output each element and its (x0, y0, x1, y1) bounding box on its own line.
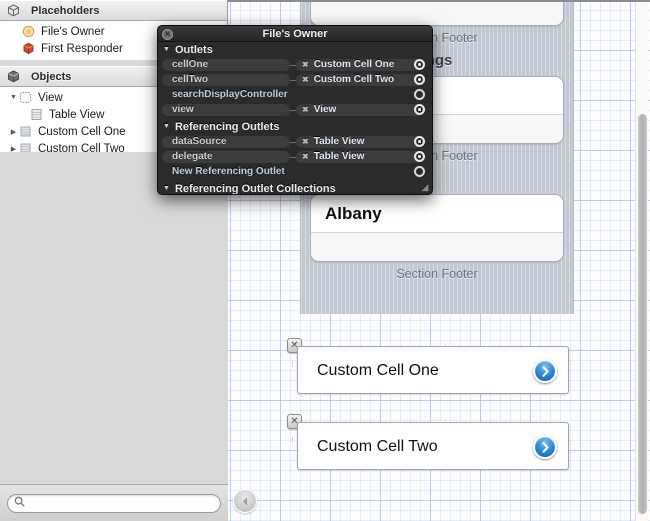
scrollbar-thumb[interactable] (638, 114, 647, 514)
objects-header-label: Objects (31, 70, 72, 83)
section-footer-label: Section Footer (396, 267, 478, 281)
custom-cell-label: Custom Cell One (317, 362, 439, 379)
outlet-target-label: View (313, 104, 337, 115)
canvas-top-border (228, 0, 650, 2)
popover-group-outlets[interactable]: ▼ Outlets (158, 42, 432, 57)
tree-item-label: View (38, 91, 63, 104)
canvas-vertical-scrollbar[interactable] (635, 2, 648, 521)
cube-icon (7, 70, 22, 83)
chevron-down-icon[interactable]: ▼ (163, 123, 170, 130)
close-icon[interactable]: ✕ (162, 29, 173, 40)
connection-well[interactable] (414, 89, 425, 100)
outlet-target[interactable]: ✖ Table View (296, 136, 422, 148)
outlet-target[interactable]: ✖ View (296, 104, 422, 116)
chevron-down-icon[interactable]: ▼ (8, 94, 19, 101)
outlet-target-label: Table View (313, 151, 365, 162)
custom-cell-one-editor[interactable]: · · · · · · ⋮ ✕ Custom Cell One (286, 338, 571, 403)
outlet-target-label: Custom Cell One (313, 59, 395, 70)
tree-item-label: Custom Cell One (38, 125, 126, 138)
disconnect-icon[interactable]: ✖ (302, 59, 309, 71)
back-arrow-icon[interactable] (233, 489, 257, 513)
xcode-interface-builder-window: Burlingame Section Footer Altamonte Spri… (0, 0, 650, 521)
list-item-label: First Responder (41, 42, 123, 55)
custom-cell-frame[interactable]: Custom Cell One (297, 346, 569, 394)
chevron-down-icon[interactable]: ▼ (163, 185, 170, 192)
outlet-target[interactable]: ✖ Table View (296, 151, 422, 163)
outlet-name: dataSource (162, 136, 290, 148)
table-view-icon (30, 108, 45, 121)
connection-well[interactable] (414, 136, 425, 147)
popover-group-label: Referencing Outlet Collections (174, 182, 336, 195)
popover-group-referencing-outlets[interactable]: ▼ Referencing Outlets (158, 119, 432, 134)
custom-cell-two-editor[interactable]: · · · · · · ⋮ ✕ Custom Cell Two (286, 414, 571, 479)
connection-well[interactable] (414, 166, 425, 177)
disconnect-icon[interactable]: ✖ (302, 136, 309, 148)
connection-row[interactable]: cellOne ✖ Custom Cell One (162, 58, 428, 72)
outlet-target-label: Table View (313, 136, 365, 147)
resize-grip-icon[interactable]: ◢ (419, 181, 431, 193)
popover-title: File's Owner (158, 26, 432, 42)
view-icon (19, 91, 34, 104)
search-input[interactable] (29, 497, 214, 509)
section-cell-group[interactable]: Albany (310, 194, 564, 262)
connection-well[interactable] (414, 74, 425, 85)
disconnect-icon[interactable]: ✖ (302, 151, 309, 163)
placeholders-header-label: Placeholders (31, 4, 100, 17)
custom-cell-label: Custom Cell Two (317, 438, 438, 455)
connection-row-new[interactable]: New Referencing Outlet (162, 165, 428, 179)
table-cell-icon (19, 125, 34, 138)
table-cell-row-blank[interactable] (311, 0, 563, 25)
navigator-empty-area (0, 152, 228, 484)
outlet-target[interactable]: ✖ Custom Cell Two (296, 74, 422, 86)
popover-group-label: Referencing Outlets (174, 120, 280, 133)
cube-icon (7, 4, 22, 17)
outlet-name: cellTwo (162, 74, 290, 86)
table-cell-row-blank[interactable] (311, 233, 563, 261)
connection-row[interactable]: searchDisplayController (162, 88, 428, 102)
outlet-name: delegate (162, 151, 290, 163)
outlet-name: cellOne (162, 59, 290, 71)
tree-item-label: Table View (49, 108, 105, 121)
connection-well[interactable] (414, 151, 425, 162)
connection-row[interactable]: cellTwo ✖ Custom Cell Two (162, 73, 428, 87)
connection-well[interactable] (414, 59, 425, 70)
connections-popover[interactable]: File's Owner ✕ ▼ Outlets cellOne ✖ Custo… (157, 25, 433, 195)
custom-cell-frame[interactable]: Custom Cell Two (297, 422, 569, 470)
disclosure-chevron-icon[interactable] (533, 435, 557, 459)
outlet-target[interactable]: ✖ Custom Cell One (296, 59, 422, 71)
search-field[interactable] (7, 493, 221, 513)
connection-row[interactable]: dataSource ✖ Table View (162, 135, 428, 149)
placeholders-header[interactable]: Placeholders (0, 0, 227, 21)
outlet-name: view (162, 104, 290, 116)
chevron-down-icon[interactable]: ▼ (163, 46, 170, 53)
files-owner-icon (22, 25, 37, 38)
disconnect-icon[interactable]: ✖ (302, 104, 309, 116)
popover-group-label: Outlets (174, 43, 213, 56)
first-responder-icon (22, 42, 37, 55)
table-cell-row[interactable]: Albany (311, 195, 563, 233)
new-referencing-outlet-label: New Referencing Outlet (172, 166, 285, 177)
connection-row[interactable]: delegate ✖ Table View (162, 150, 428, 164)
outlet-name: searchDisplayController (172, 89, 288, 100)
disconnect-icon[interactable]: ✖ (302, 74, 309, 86)
outlet-target-label: Custom Cell Two (313, 74, 395, 85)
connection-well[interactable] (414, 104, 425, 115)
connection-row[interactable]: view ✖ View (162, 103, 428, 117)
list-item-label: File's Owner (41, 25, 105, 38)
disclosure-chevron-icon[interactable] (533, 359, 557, 383)
navigator-bottom-bar (0, 484, 228, 521)
search-icon (14, 494, 25, 512)
chevron-right-icon[interactable]: ▶ (8, 128, 19, 136)
popover-group-referencing-outlet-collections[interactable]: ▼ Referencing Outlet Collections (158, 181, 432, 195)
section-cell-group[interactable]: Burlingame (310, 0, 564, 26)
